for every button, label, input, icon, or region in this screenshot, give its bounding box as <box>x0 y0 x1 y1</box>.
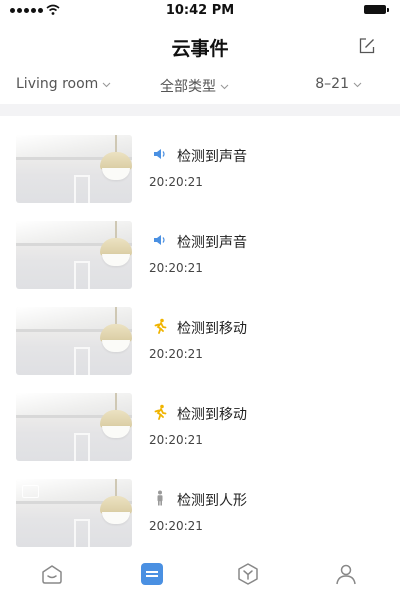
profile-icon[interactable] <box>334 562 358 586</box>
event-thumbnail[interactable] <box>16 135 132 203</box>
event-thumbnail[interactable] <box>16 221 132 289</box>
event-time: 20:20:21 <box>149 519 203 533</box>
room-filter[interactable]: Living room <box>16 76 111 92</box>
sound-icon <box>154 235 165 245</box>
chevron-down-icon <box>102 82 111 87</box>
event-label: 检测到声音 <box>177 149 247 165</box>
event-item[interactable]: 检测到移动 20:20:21 <box>0 374 400 461</box>
event-item[interactable]: 检测到人形 20:20:21 <box>0 460 400 547</box>
event-label: 检测到声音 <box>177 235 247 251</box>
event-label: 检测到移动 <box>177 321 247 337</box>
chevron-down-icon <box>353 82 362 87</box>
type-filter[interactable]: 全部类型 <box>160 76 229 96</box>
status-bar: 10:42 PM <box>0 0 400 22</box>
section-divider <box>0 104 400 116</box>
camera-icon <box>22 485 39 498</box>
page-title: 云事件 <box>171 38 229 60</box>
room-filter-label: Living room <box>16 76 99 92</box>
event-label: 检测到人形 <box>177 493 247 509</box>
event-item[interactable]: 检测到移动 20:20:21 <box>0 288 400 375</box>
chevron-down-icon <box>220 84 229 89</box>
status-time: 10:42 PM <box>165 3 235 18</box>
event-list: 检测到声音 20:20:21 检测到声音 20:20:21 检测到移动 20:2… <box>0 116 400 552</box>
bottom-nav <box>0 552 400 600</box>
date-filter-label: 8–21 <box>315 76 349 92</box>
battery-icon <box>364 5 389 14</box>
event-time: 20:20:21 <box>149 261 203 275</box>
discover-icon[interactable] <box>236 562 260 586</box>
filter-bar: Living room 全部类型 8–21 <box>0 70 400 102</box>
person-icon <box>157 490 163 506</box>
events-icon[interactable] <box>140 562 164 586</box>
event-thumbnail[interactable] <box>16 479 132 547</box>
event-thumbnail[interactable] <box>16 393 132 461</box>
motion-icon <box>154 404 167 420</box>
event-thumbnail[interactable] <box>16 307 132 375</box>
motion-icon <box>154 318 167 334</box>
event-time: 20:20:21 <box>149 433 203 447</box>
event-item[interactable]: 检测到声音 20:20:21 <box>0 116 400 203</box>
sound-icon <box>154 149 165 159</box>
event-time: 20:20:21 <box>149 347 203 361</box>
edit-icon[interactable] <box>358 37 376 55</box>
event-time: 20:20:21 <box>149 175 203 189</box>
header: 云事件 <box>0 22 400 68</box>
date-filter[interactable]: 8–21 <box>315 76 362 92</box>
event-label: 检测到移动 <box>177 407 247 423</box>
type-filter-label: 全部类型 <box>160 79 216 95</box>
event-item[interactable]: 检测到声音 20:20:21 <box>0 202 400 289</box>
home-icon[interactable] <box>40 562 64 586</box>
